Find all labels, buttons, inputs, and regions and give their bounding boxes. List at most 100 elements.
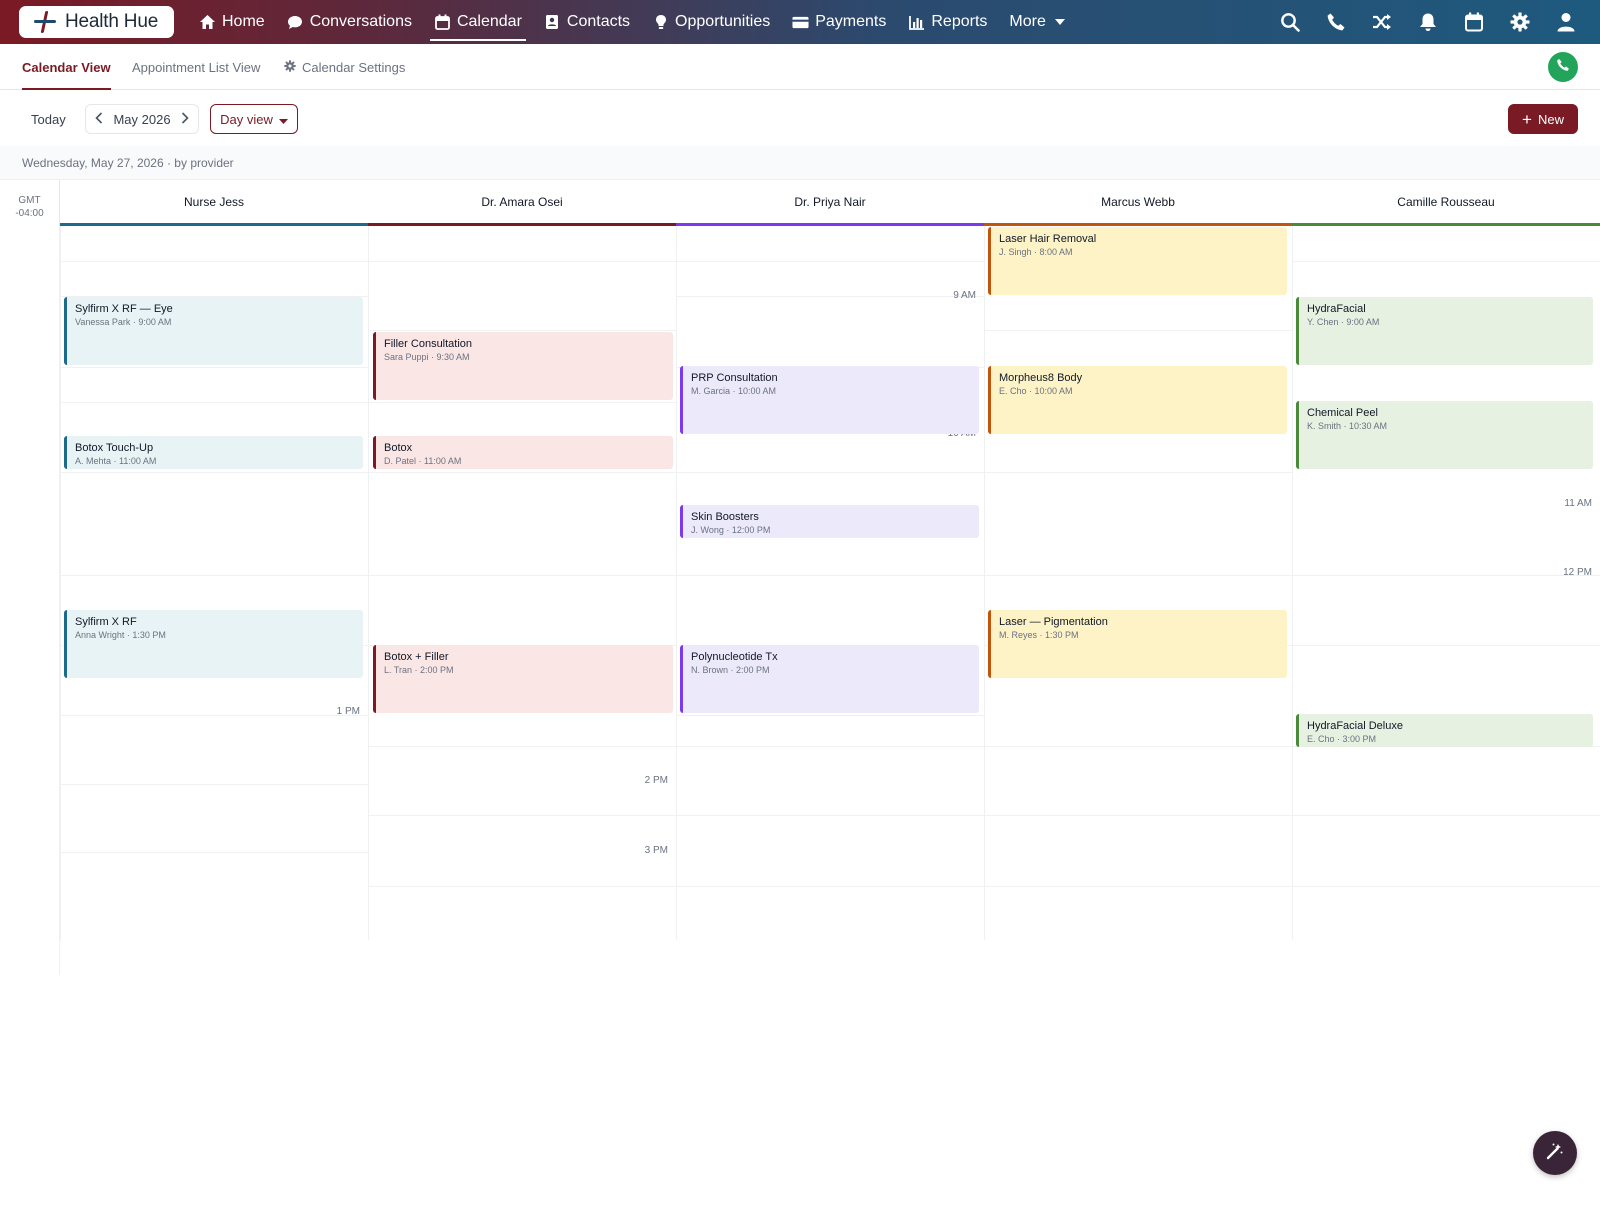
appointment-subtitle: M. Garcia · 10:00 AM [691,386,777,396]
provider-column: Nurse Jess 1 PM Sylfirm X RF — Eye Vanes… [60,180,368,940]
shuffle-icon[interactable] [1370,10,1394,34]
appointment-title: Skin Boosters [691,511,759,523]
appointment-card[interactable]: HydraFacial Deluxe E. Cho · 3:00 PM [1296,714,1593,747]
provider-header[interactable]: Dr. Amara Osei [368,180,676,226]
month-navigator: May 2026 [85,104,199,134]
provider-header[interactable]: Nurse Jess [60,180,368,226]
nav-contacts[interactable]: Contacts [533,0,641,44]
provider-column-body[interactable]: Laser Hair Removal J. Singh · 8:00 AM Mo… [984,226,1292,940]
provider-header[interactable]: Camille Rousseau [1292,180,1600,226]
appointment-card[interactable]: Botox Touch-Up A. Mehta · 11:00 AM [64,436,363,469]
appointment-card[interactable]: Botox + Filler L. Tran · 2:00 PM [373,645,673,713]
provider-column-body[interactable]: 11 AM 12 PM HydraFacial Y. Chen · 9:00 A… [1292,226,1600,940]
appointment-subtitle: E. Cho · 3:00 PM [1307,734,1377,744]
tab-calendar-view[interactable]: Calendar View [22,44,111,90]
credit-card-icon [792,14,809,31]
appointment-card[interactable]: Skin Boosters J. Wong · 12:00 PM [680,505,979,538]
new-appointment-button[interactable]: + New [1508,104,1578,134]
chat-icon [287,14,304,31]
appointment-title: HydraFacial [1307,303,1366,315]
nav-home-label: Home [222,13,265,30]
caret-down-icon [278,112,288,127]
appointment-subtitle: Y. Chen · 9:00 AM [1307,317,1380,327]
calendar-toolbar: Today May 2026 Day view + New [0,90,1600,146]
appointment-card[interactable]: Filler Consultation Sara Puppi · 9:30 AM [373,332,673,400]
appointment-card[interactable]: PRP Consultation M. Garcia · 10:00 AM [680,366,979,434]
appointment-card[interactable]: Chemical Peel K. Smith · 10:30 AM [1296,401,1593,469]
chevron-left-icon[interactable] [95,111,103,127]
nav-more[interactable]: More [998,0,1079,44]
nav-opportunities[interactable]: Opportunities [641,0,781,44]
today-button[interactable]: Today [21,104,76,134]
provider-header[interactable]: Marcus Webb [984,180,1292,226]
provider-column-body[interactable]: 9 AM 10 AM PRP Consultation M. Garcia · … [676,226,984,940]
appointment-title: HydraFacial Deluxe [1307,720,1403,732]
appointment-title: Sylfirm X RF [75,616,137,628]
appointment-card[interactable]: Morpheus8 Body E. Cho · 10:00 AM [988,366,1287,434]
nav-opportunities-label: Opportunities [675,13,771,30]
appointment-card[interactable]: HydraFacial Y. Chen · 9:00 AM [1296,297,1593,365]
appointment-title: PRP Consultation [691,372,778,384]
appointment-card[interactable]: Sylfirm X RF — Eye Vanessa Park · 9:00 A… [64,297,363,365]
appointment-subtitle: A. Mehta · 11:00 AM [75,456,157,466]
provider-column-body[interactable]: 1 PM Sylfirm X RF — Eye Vanessa Park · 9… [60,226,368,940]
magic-wand-button[interactable] [1533,1131,1577,1175]
appointment-subtitle: Anna Wright · 1:30 PM [75,630,166,640]
appointment-card[interactable]: Botox D. Patel · 11:00 AM [373,436,673,469]
nav-conversations[interactable]: Conversations [276,0,423,44]
appointment-title: Laser — Pigmentation [999,616,1108,628]
tab-calendar-settings[interactable]: Calendar Settings [284,44,405,90]
lightbulb-icon [652,14,669,31]
sub-nav: Calendar View Appointment List View Cale… [0,44,1600,90]
gear-icon[interactable] [1508,10,1532,34]
nav-reports[interactable]: Reports [897,0,998,44]
tab-calendar-view-label: Calendar View [22,59,111,75]
calendar-icon[interactable] [1462,10,1486,34]
appointment-card[interactable]: Sylfirm X RF Anna Wright · 1:30 PM [64,610,363,678]
appointment-subtitle: Sara Puppi · 9:30 AM [384,352,470,362]
tab-appointment-list-view-label: Appointment List View [132,59,261,75]
appointment-title: Botox Touch-Up [75,442,154,454]
provider-header[interactable]: Dr. Priya Nair [676,180,984,226]
hour-label: 11 AM [1564,498,1592,509]
appointment-card[interactable]: Polynucleotide Tx N. Brown · 2:00 PM [680,645,979,713]
brand-logo[interactable]: Health Hue [19,6,174,38]
view-select[interactable]: Day view [210,104,298,134]
month-label: May 2026 [113,111,171,127]
magic-wand-icon [1546,1142,1564,1165]
plus-icon: + [1522,109,1532,129]
appointment-card[interactable]: Laser Hair Removal J. Singh · 8:00 AM [988,227,1287,295]
appointment-subtitle: E. Cho · 10:00 AM [999,386,1073,396]
nav-reports-label: Reports [931,13,988,30]
appointment-subtitle: D. Patel · 11:00 AM [384,456,462,466]
time-gutter [0,226,60,975]
nav-conversations-label: Conversations [309,13,412,30]
brand-mark-icon [33,10,57,34]
phone-icon [1556,58,1570,77]
appointment-title: Sylfirm X RF — Eye [75,303,173,315]
search-icon[interactable] [1278,10,1302,34]
nav-more-label: More [1009,13,1046,30]
tab-calendar-settings-label: Calendar Settings [302,59,406,75]
bell-icon[interactable] [1416,10,1440,34]
hour-label: 12 PM [1563,567,1592,578]
nav-calendar[interactable]: Calendar [423,0,533,44]
contacts-icon [544,14,561,31]
chevron-down-icon [1052,14,1069,31]
date-line: Wednesday, May 27, 2026 · by provider [0,146,1600,180]
provider-column-body[interactable]: 2 PM 3 PM Filler Consultation Sara Puppi… [368,226,676,940]
hour-label: 1 PM [336,706,360,717]
appointment-subtitle: J. Singh · 8:00 AM [999,247,1073,257]
tab-appointment-list-view[interactable]: Appointment List View [132,44,260,90]
nav-payments[interactable]: Payments [781,0,897,44]
appointment-card[interactable]: Laser — Pigmentation M. Reyes · 1:30 PM [988,610,1287,678]
phone-icon[interactable] [1324,10,1348,34]
user-icon[interactable] [1554,10,1578,34]
call-button[interactable] [1548,52,1578,82]
timezone-label: GMT -04:00 [0,180,60,226]
appointment-subtitle: Vanessa Park · 9:00 AM [75,317,172,327]
chevron-right-icon[interactable] [181,111,189,127]
nav-home[interactable]: Home [188,0,276,44]
appointment-subtitle: N. Brown · 2:00 PM [691,665,770,675]
nav-items: Home Conversations Calendar Contacts Opp… [188,0,1080,44]
